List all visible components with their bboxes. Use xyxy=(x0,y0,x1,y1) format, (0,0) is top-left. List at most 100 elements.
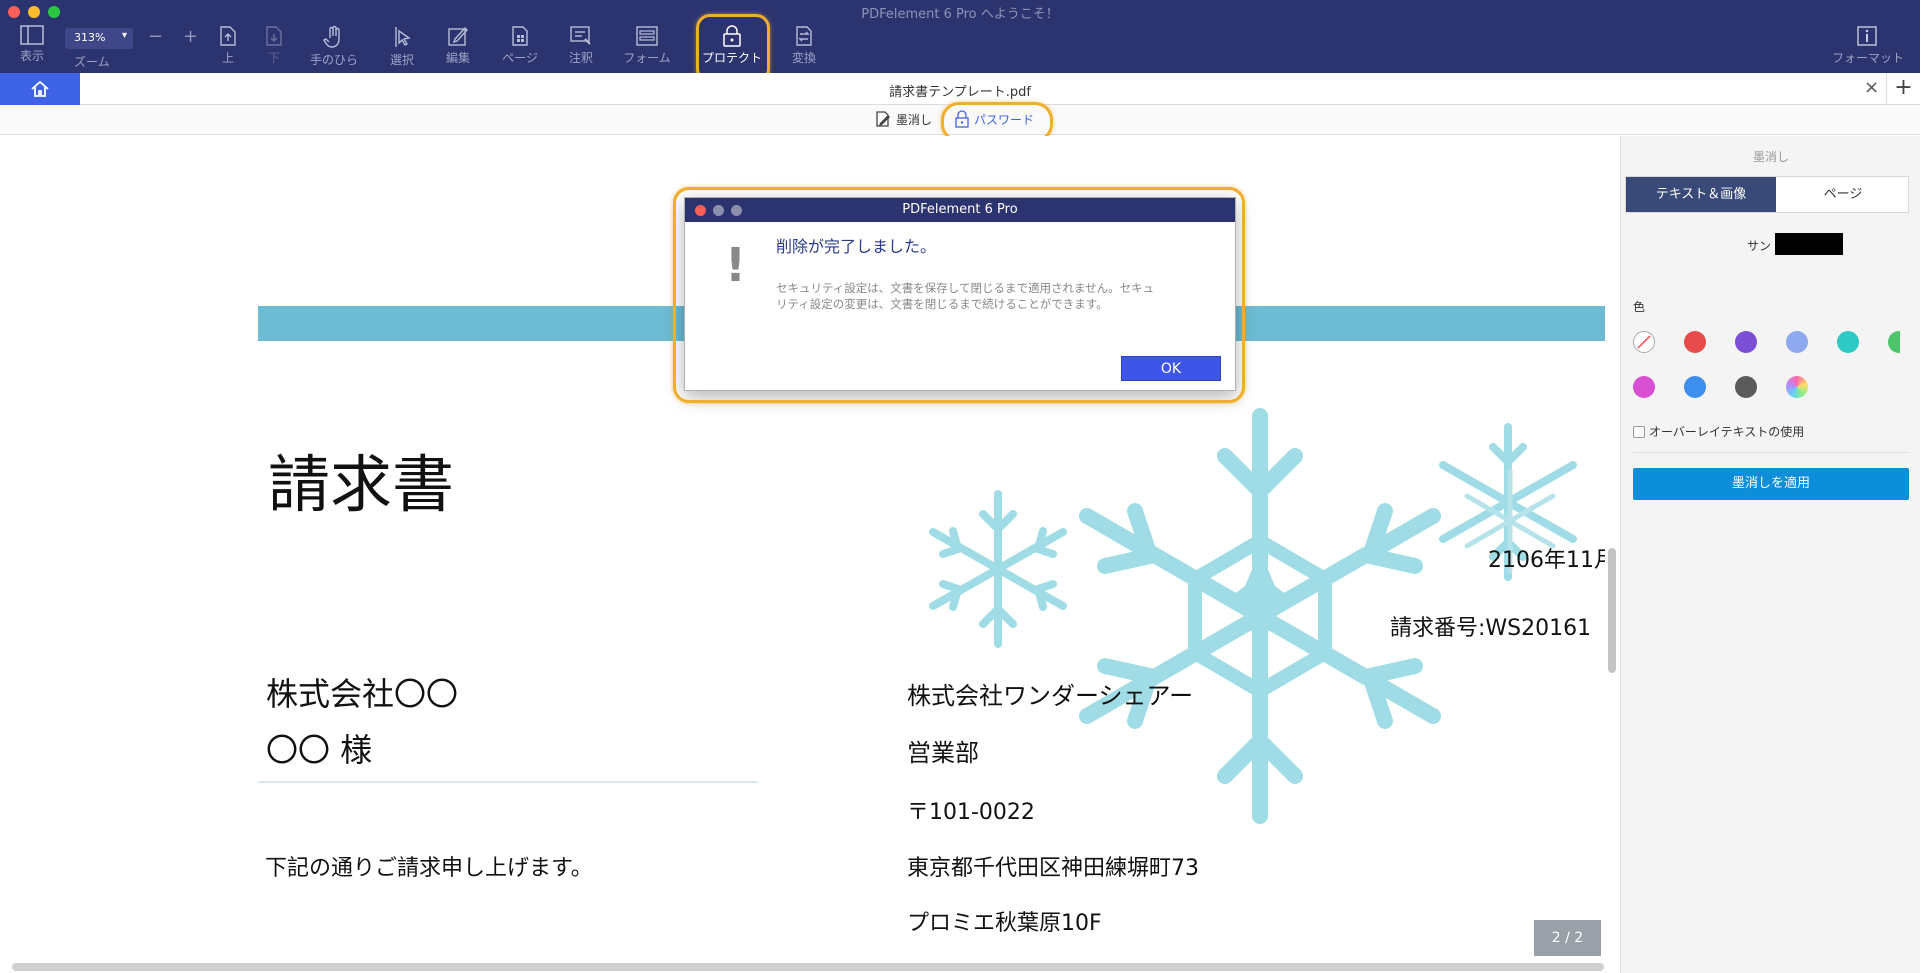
page-button[interactable]: ページ xyxy=(488,25,552,69)
zoom-select[interactable]: 313% ▾ xyxy=(65,28,133,49)
dialog-heading: 削除が完了しました。 xyxy=(776,237,937,256)
redact-icon xyxy=(876,111,890,127)
dialog-zoom-button xyxy=(731,205,742,216)
color-swatch-green[interactable] xyxy=(1888,331,1900,353)
form-icon xyxy=(636,26,658,46)
horizontal-scrollbar[interactable] xyxy=(12,963,1604,971)
apply-redaction-button[interactable]: 墨消しを適用 xyxy=(1633,468,1909,500)
color-swatch-blue[interactable] xyxy=(1684,376,1706,398)
greeting-text: 下記の通りご請求申し上げます。 xyxy=(265,856,593,881)
view-label: 表示 xyxy=(19,49,44,63)
page-down-icon xyxy=(266,26,282,46)
sender-address: 東京都千代田区神田練塀町73 xyxy=(907,856,1199,881)
convert-icon xyxy=(796,26,812,46)
dialog-minimize-button xyxy=(713,205,724,216)
add-tab-button[interactable]: + xyxy=(1886,73,1920,105)
tab-bar: 請求書テンプレート.pdf × + xyxy=(0,73,1920,105)
page-up-icon xyxy=(220,26,236,46)
warning-icon: ! xyxy=(725,238,746,292)
color-swatch-magenta[interactable] xyxy=(1633,376,1655,398)
page-down-label: 下 xyxy=(267,51,280,65)
dialog-message-line-1: セキュリティ設定は、文書を保存して閉じるまで適用されません。セキュ xyxy=(776,281,1155,295)
comment-button[interactable]: 注釈 xyxy=(549,25,613,69)
lock-icon xyxy=(955,110,969,128)
color-swatch-light-blue[interactable] xyxy=(1786,331,1808,353)
overlay-checkbox[interactable] xyxy=(1633,425,1645,438)
panel-divider xyxy=(1633,452,1909,453)
hand-icon xyxy=(323,25,340,48)
sender-department: 営業部 xyxy=(907,739,979,767)
redact-sample xyxy=(1775,233,1843,255)
form-button[interactable]: フォーム xyxy=(615,25,679,69)
view-button[interactable]: 表示 xyxy=(0,25,64,69)
color-swatch-gray[interactable] xyxy=(1735,376,1757,398)
redact-panel: 墨消し テキスト＆画像 ページ サン 色 オーバーレイテキストの使用 墨消しを適… xyxy=(1620,136,1920,973)
window-title: PDFelement 6 Pro へようこそ！ xyxy=(861,7,1059,22)
main-toolbar: PDFelement 6 Pro へようこそ！ 表示 313% ▾ ズーム − … xyxy=(0,0,1920,73)
convert-label: 変換 xyxy=(791,51,816,65)
password-button[interactable]: パスワード xyxy=(954,110,1034,128)
dialog-title: PDFelement 6 Pro xyxy=(902,202,1018,217)
protect-button[interactable]: プロテクト xyxy=(700,25,764,69)
convert-button[interactable]: 変換 xyxy=(772,25,836,69)
overlay-label: オーバーレイテキストの使用 xyxy=(1649,425,1805,439)
hand-tool-button[interactable]: 手のひら xyxy=(302,25,366,69)
form-label: フォーム xyxy=(623,51,671,65)
vertical-scrollbar[interactable] xyxy=(1608,548,1616,673)
document-date: 2106年11月 xyxy=(1488,548,1605,573)
tab-text-image[interactable]: テキスト＆画像 xyxy=(1626,177,1776,212)
color-swatch-custom[interactable] xyxy=(1786,376,1808,398)
edit-button[interactable]: 編集 xyxy=(426,25,490,69)
comment-icon xyxy=(570,26,591,45)
protect-subtoolbar: 墨消し パスワード xyxy=(0,105,1920,135)
comment-label: 注釈 xyxy=(568,51,593,65)
zoom-out-button[interactable]: − xyxy=(148,26,163,47)
panel-tabs: テキスト＆画像 ページ xyxy=(1625,176,1909,213)
color-label: 色 xyxy=(1633,300,1646,314)
panel-title: 墨消し xyxy=(1752,150,1789,164)
dialog-close-button[interactable] xyxy=(695,205,706,216)
info-icon xyxy=(1857,26,1877,46)
select-label: 選択 xyxy=(389,53,414,67)
recipient-person: 〇〇 様 xyxy=(266,731,373,769)
color-swatch-purple[interactable] xyxy=(1735,331,1757,353)
edit-label: 編集 xyxy=(445,51,470,65)
password-label: パスワード xyxy=(974,112,1035,127)
select-tool-button[interactable]: 選択 xyxy=(370,25,434,69)
invoice-number: 請求番号:WS20161 xyxy=(1390,616,1592,641)
format-button[interactable]: フォーマット xyxy=(1832,25,1905,69)
page-indicator: 2 / 2 xyxy=(1534,920,1601,956)
redact-label: 墨消し xyxy=(896,112,933,127)
color-swatch-none[interactable] xyxy=(1633,331,1655,353)
chevron-down-icon: ▾ xyxy=(121,30,127,41)
color-swatch-teal[interactable] xyxy=(1837,331,1859,353)
recipient-underline xyxy=(258,781,758,783)
overlay-text-option[interactable]: オーバーレイテキストの使用 xyxy=(1633,423,1804,440)
zoom-value: 313% xyxy=(74,31,106,44)
sender-zip: 〒101-0022 xyxy=(907,800,1035,825)
redact-button[interactable]: 墨消し xyxy=(874,110,932,128)
format-label: フォーマット xyxy=(1832,51,1905,65)
page-down-button[interactable]: 下 xyxy=(242,25,306,69)
sidebar-icon xyxy=(20,25,44,45)
document-title: 請求書 xyxy=(268,448,455,521)
page-icon xyxy=(512,26,528,46)
no-color-icon xyxy=(1637,335,1651,349)
cursor-icon xyxy=(395,27,411,47)
edit-icon xyxy=(448,26,468,46)
tab-page[interactable]: ページ xyxy=(1776,177,1910,212)
page-label: ページ xyxy=(502,51,538,65)
close-tab-button[interactable]: × xyxy=(1864,77,1879,98)
dialog-titlebar: PDFelement 6 Pro xyxy=(685,198,1235,222)
sample-label: サン xyxy=(1747,239,1772,253)
color-swatch-red[interactable] xyxy=(1684,331,1706,353)
hand-label: 手のひら xyxy=(309,53,358,67)
sender-company: 株式会社ワンダーシェアー xyxy=(907,682,1194,710)
dialog-message: セキュリティ設定は、文書を保存して閉じるまで適用されません。セキュ リティ設定の… xyxy=(776,280,1216,312)
sender-building: プロミエ秋葉原10F xyxy=(907,911,1102,936)
protect-label: プロテクト xyxy=(701,51,762,65)
ok-button[interactable]: OK xyxy=(1121,356,1221,381)
lock-icon xyxy=(723,25,741,47)
document-tab[interactable]: 請求書テンプレート.pdf xyxy=(0,81,1920,100)
dialog-message-line-2: リティ設定の変更は、文書を閉じるまで続けることができます。 xyxy=(776,297,1108,311)
